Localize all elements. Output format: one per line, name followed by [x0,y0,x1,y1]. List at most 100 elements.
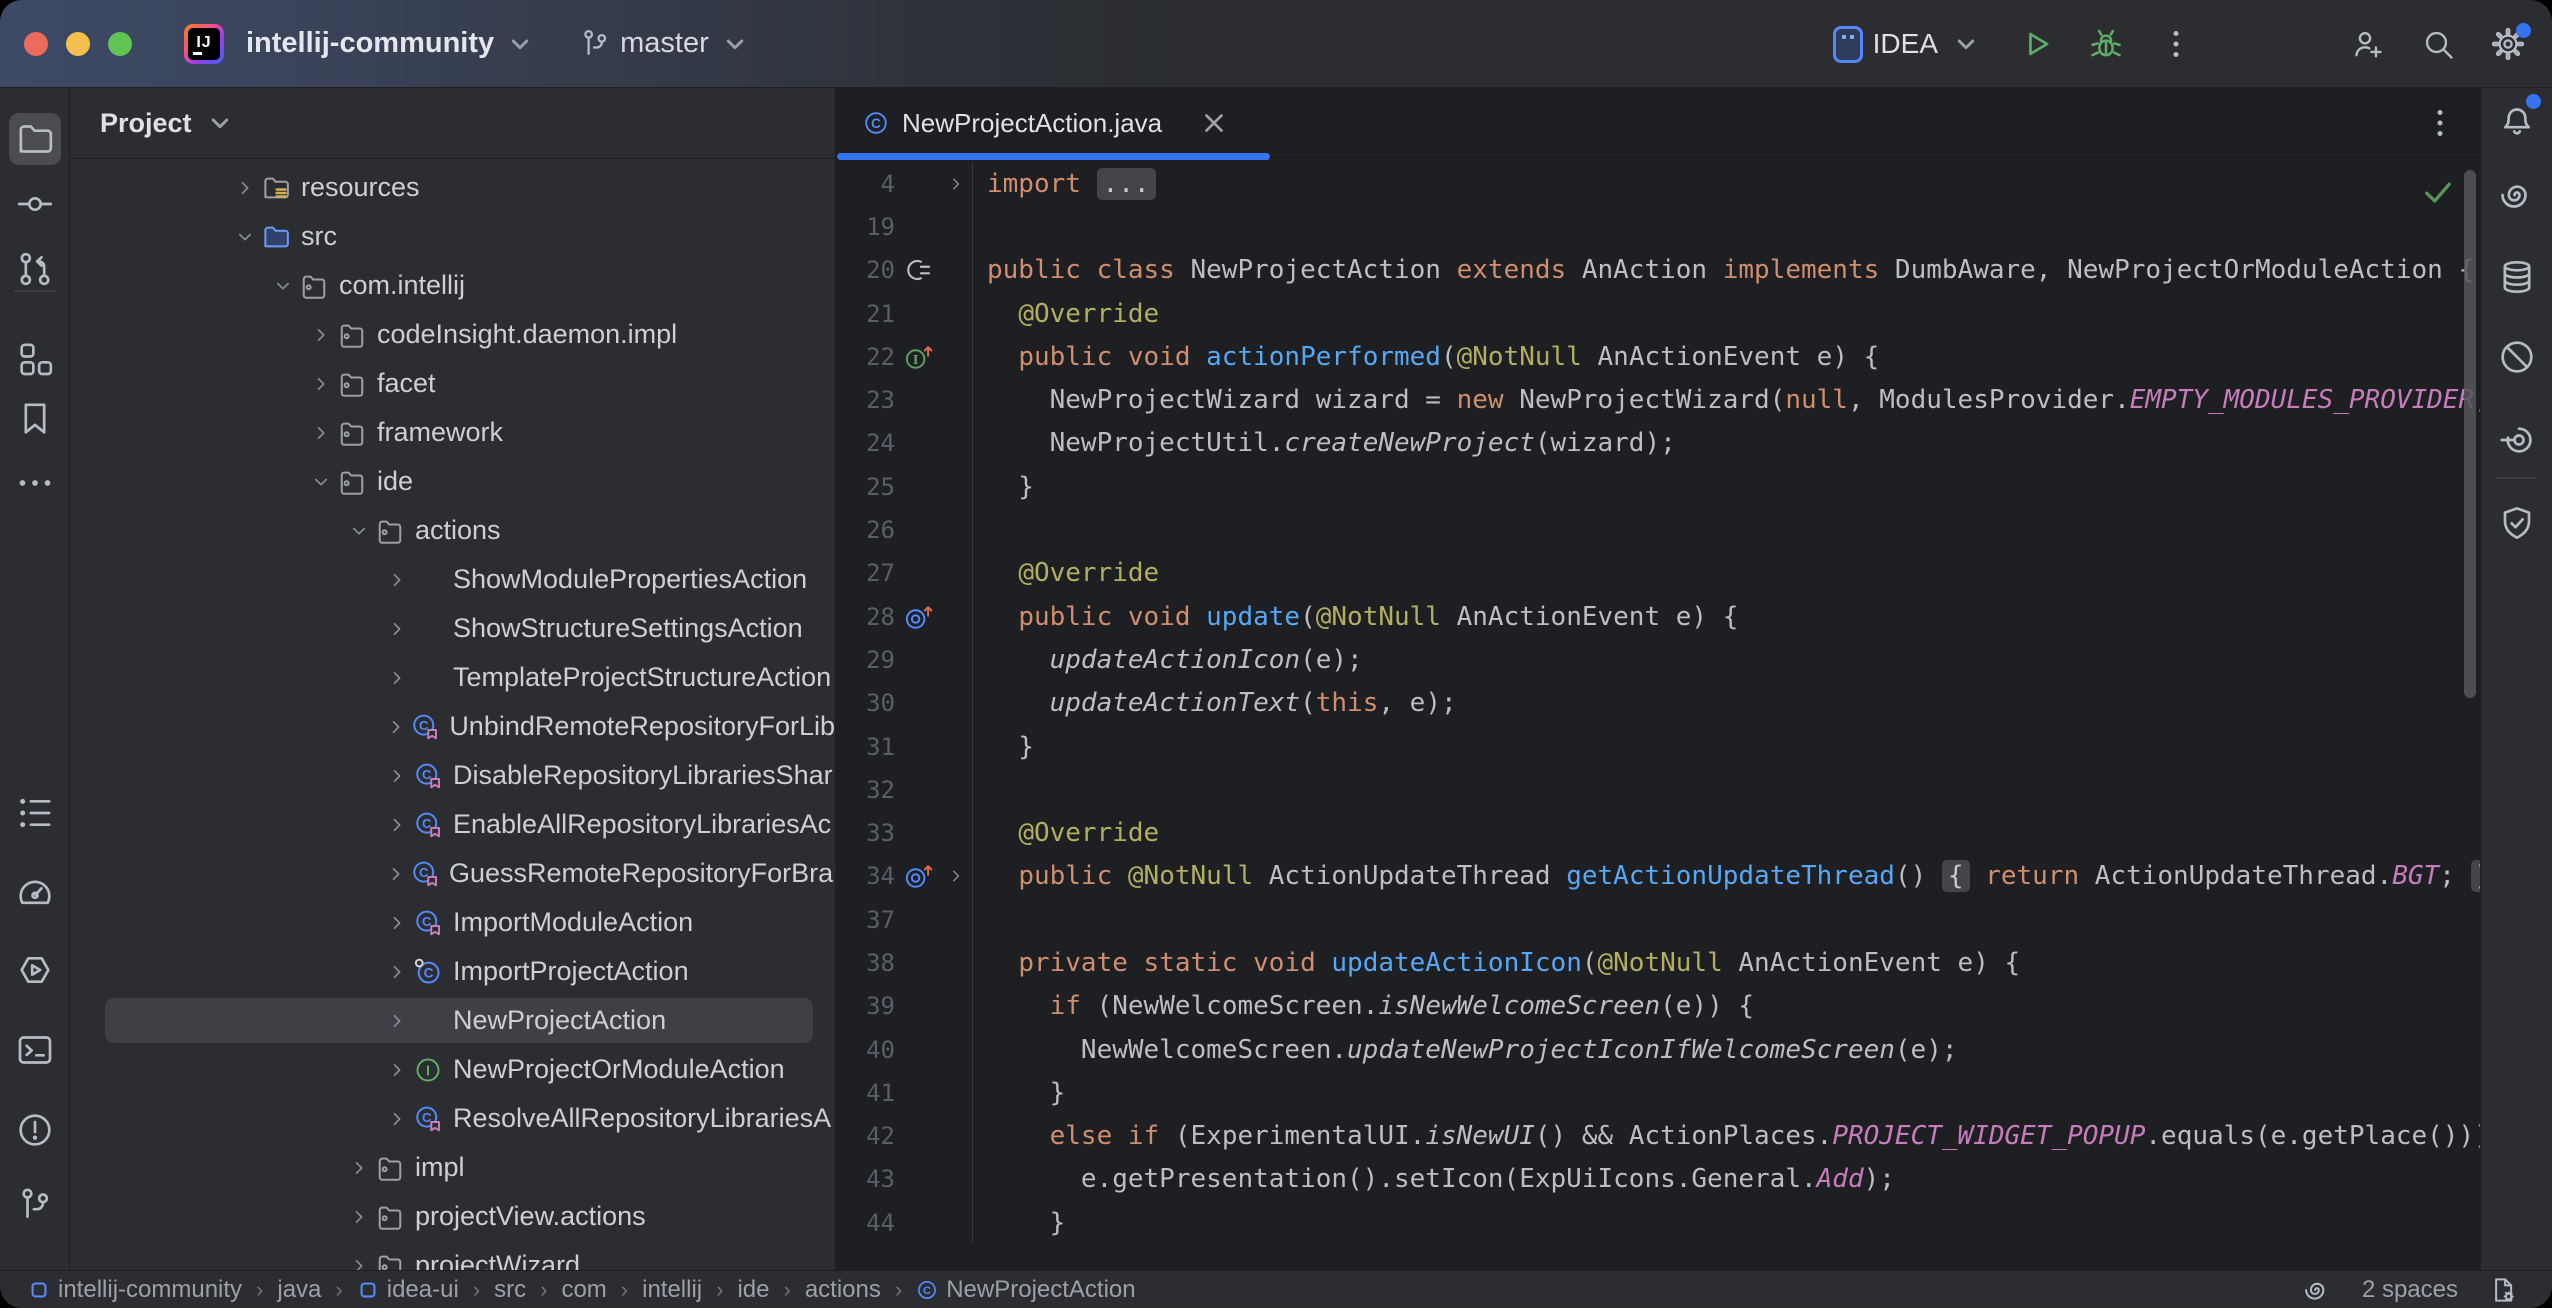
breadcrumb-item-idea-ui[interactable]: idea-ui [357,1276,459,1304]
tree-item-NewProjectOrModuleAction[interactable]: INewProjectOrModuleAction [70,1045,835,1094]
code-line-44[interactable]: 44 } [835,1201,2480,1244]
code-with-me-button[interactable] [2350,26,2386,62]
minimize-window-button[interactable] [66,32,90,56]
breadcrumb-item-src[interactable]: src [494,1276,526,1304]
chevron-down-icon[interactable] [271,275,295,297]
project-widget[interactable]: intellij-community [246,26,538,62]
tree-item-com.intellij[interactable]: com.intellij [70,261,835,310]
editor-tab-newprojectaction[interactable]: C NewProjectAction.java [835,88,1272,158]
tree-item-EnableAllRepositoryLibrariesAc[interactable]: CEnableAllRepositoryLibrariesAc [70,800,835,849]
code-line-20[interactable]: 20public class NewProjectAction extends … [835,249,2480,292]
code-line-22[interactable]: 22I public void actionPerformed(@NotNull… [835,335,2480,378]
tree-item-UnbindRemoteRepositoryForLib[interactable]: CUnbindRemoteRepositoryForLib [70,702,835,751]
chevron-right-icon[interactable] [385,1059,409,1081]
gutter-oup-icon[interactable] [895,861,942,891]
code-style-settings-icon[interactable] [2488,1275,2518,1305]
project-panel-header[interactable]: Project [70,88,835,159]
tree-item-projectView.actions[interactable]: projectView.actions [70,1192,835,1241]
code-editor[interactable]: 4import ...1920public class NewProjectAc… [835,158,2480,1270]
fold-chevron-icon[interactable] [942,174,970,194]
code-line-30[interactable]: 30 updateActionText(this, e); [835,682,2480,725]
chevron-right-icon[interactable] [385,1010,409,1032]
indent-widget[interactable]: 2 spaces [2362,1276,2458,1304]
code-line-39[interactable]: 39 if (NewWelcomeScreen.isNewWelcomeScre… [835,985,2480,1028]
tool-window-button-project[interactable] [9,113,61,165]
chevron-right-icon[interactable] [385,961,409,983]
code-line-25[interactable]: 25 } [835,465,2480,508]
tool-window-button-bookmarks[interactable] [9,393,61,445]
tree-item-src[interactable]: src [70,212,835,261]
chevron-down-icon[interactable] [233,226,257,248]
tool-window-button-services[interactable] [9,944,61,996]
breadcrumb-item-actions[interactable]: actions [805,1276,881,1304]
chevron-right-icon[interactable] [347,1157,371,1179]
tool-window-button-commit[interactable] [9,178,61,230]
chevron-right-icon[interactable] [385,667,409,689]
tree-item-NewProjectAction[interactable]: NewProjectAction [70,996,835,1045]
tool-window-button-notifications[interactable] [2491,92,2543,144]
tree-item-resources[interactable]: resources [70,163,835,212]
tool-window-button-problems[interactable] [9,1104,61,1156]
editor-scrollbar-thumb[interactable] [2464,170,2476,698]
tree-item-TemplateProjectStructureAction[interactable]: TemplateProjectStructureAction [70,653,835,702]
chevron-down-icon[interactable] [309,471,333,493]
tree-item-projectWizard[interactable]: projectWizard [70,1241,835,1270]
code-line-40[interactable]: 40 NewWelcomeScreen.updateNewProjectIcon… [835,1028,2480,1071]
code-line-23[interactable]: 23 NewProjectWizard wizard = new NewProj… [835,378,2480,421]
tree-item-ImportModuleAction[interactable]: CImportModuleAction [70,898,835,947]
code-line-29[interactable]: 29 updateActionIcon(e); [835,638,2480,681]
tool-window-button-no-entry[interactable] [2491,331,2543,383]
tool-window-button-todo[interactable] [9,787,61,839]
breadcrumb-item-intellij-community[interactable]: intellij-community [28,1276,242,1304]
code-line-24[interactable]: 24 NewProjectUtil.createNewProject(wizar… [835,422,2480,465]
gutter-iup-icon[interactable]: I [895,342,942,372]
ai-assistant-status-icon[interactable] [2302,1275,2332,1305]
tab-options-icon[interactable] [2422,105,2458,141]
run-configuration-selector[interactable]: IDEA [1833,26,1984,63]
code-line-37[interactable]: 37 [835,898,2480,941]
chevron-right-icon[interactable] [309,422,333,444]
chevron-right-icon[interactable] [347,1255,371,1271]
tree-item-impl[interactable]: impl [70,1143,835,1192]
tree-item-codeInsight.daemon.impl[interactable]: codeInsight.daemon.impl [70,310,835,359]
tool-window-button-terminal[interactable] [9,1024,61,1076]
tree-item-ide[interactable]: ide [70,457,835,506]
branch-widget[interactable]: master [578,26,753,62]
tool-window-button-structure[interactable] [9,333,61,385]
tree-item-ShowStructureSettingsAction[interactable]: ShowStructureSettingsAction [70,604,835,653]
more-actions-button[interactable] [2158,26,2194,62]
chevron-right-icon[interactable] [385,814,409,836]
chevron-right-icon[interactable] [347,1206,371,1228]
tool-window-button-endpoints[interactable] [2491,414,2543,466]
code-line-34[interactable]: 34 public @NotNull ActionUpdateThread ge… [835,855,2480,898]
tree-item-actions[interactable]: actions [70,506,835,555]
breadcrumb-item-com[interactable]: com [561,1276,606,1304]
chevron-right-icon[interactable] [385,765,409,787]
chevron-right-icon[interactable] [309,324,333,346]
chevron-right-icon[interactable] [309,373,333,395]
fold-chevron-icon[interactable] [942,866,970,886]
breadcrumb-item-java[interactable]: java [277,1276,321,1304]
tool-window-button-version-control[interactable] [9,1179,61,1231]
inspections-ok-icon[interactable] [2420,174,2456,210]
tool-window-button-profiler[interactable] [9,866,61,918]
code-line-41[interactable]: 41 } [835,1071,2480,1114]
chevron-right-icon[interactable] [385,716,407,738]
tool-window-button-more-tool-windows[interactable] [9,457,61,509]
gutter-oup-icon[interactable] [895,602,942,632]
code-line-4[interactable]: 4import ... [835,162,2480,205]
settings-button[interactable] [2490,26,2526,62]
chevron-down-icon[interactable] [347,520,371,542]
chevron-right-icon[interactable] [385,569,409,591]
code-line-31[interactable]: 31 } [835,725,2480,768]
code-line-43[interactable]: 43 e.getPresentation().setIcon(ExpUiIcon… [835,1158,2480,1201]
run-button[interactable] [2018,26,2054,62]
close-window-button[interactable] [24,32,48,56]
code-line-28[interactable]: 28 public void update(@NotNull AnActionE… [835,595,2480,638]
code-line-27[interactable]: 27 @Override [835,552,2480,595]
breadcrumb-item-intellij[interactable]: intellij [642,1276,702,1304]
tool-window-button-pull-requests[interactable] [9,243,61,295]
tree-item-DisableRepositoryLibrariesShar[interactable]: CDisableRepositoryLibrariesShar [70,751,835,800]
tree-item-ShowModulePropertiesAction[interactable]: ShowModulePropertiesAction [70,555,835,604]
search-everywhere-button[interactable] [2420,26,2456,62]
